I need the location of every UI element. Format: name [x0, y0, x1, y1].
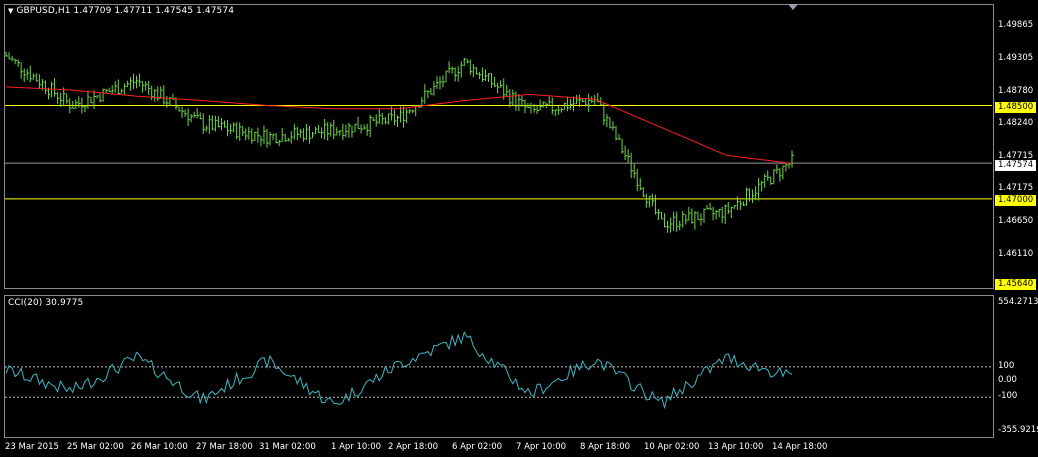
- caption-dropdown-icon[interactable]: ▼: [8, 7, 13, 15]
- time-axis-label: 31 Mar 02:00: [259, 442, 316, 452]
- current-price-tag: 1.47574: [995, 160, 1037, 171]
- cci-axis-label: 100: [998, 361, 1015, 371]
- time-axis-label: 10 Apr 02:00: [644, 442, 700, 452]
- symbol-caption-text: GBPUSD,H1 1.47709 1.47711 1.47545 1.4757…: [16, 6, 235, 16]
- cci-axis-label: -100: [998, 391, 1018, 401]
- cci-caption: CCI(20) 30.9775: [8, 298, 84, 308]
- chart-canvas: [5, 51, 992, 410]
- time-axis-label: 26 Mar 10:00: [131, 442, 188, 452]
- time-axis-label: 6 Apr 02:00: [452, 442, 503, 452]
- price-axis-label: 1.46110: [998, 249, 1034, 259]
- cci-axis-label: 554.2713: [998, 297, 1038, 307]
- time-axis-label: 1 Apr 10:00: [331, 442, 382, 452]
- cci-line: [5, 331, 793, 410]
- price-axis-label: 1.48240: [998, 118, 1034, 128]
- cci-axis-label: -355.9219: [998, 425, 1038, 435]
- price-axis-label: 1.47175: [998, 183, 1034, 193]
- price-axis-label: 1.49865: [998, 20, 1034, 30]
- time-axis-label: 13 Apr 10:00: [708, 442, 764, 452]
- low-price-tag: 1.45640: [995, 279, 1037, 290]
- price-axis-label: 1.46650: [998, 216, 1034, 226]
- time-axis-label: 2 Apr 18:00: [388, 442, 439, 452]
- hline-price-tag: 1.47000: [995, 195, 1037, 206]
- chart-window: ▼ GBPUSD,H1 1.47709 1.47711 1.47545 1.47…: [0, 0, 1038, 457]
- cci-axis-label: 0.00: [998, 375, 1017, 385]
- hline-price-tag: 1.48500: [995, 102, 1037, 113]
- time-axis-label: 14 Apr 18:00: [772, 442, 828, 452]
- price-axis-label: 1.48780: [998, 86, 1034, 96]
- moving-average-line: [5, 86, 793, 164]
- price-axis-label: 1.49305: [998, 53, 1034, 63]
- time-axis-label: 7 Apr 10:00: [516, 442, 567, 452]
- chart-shift-marker-icon[interactable]: [788, 4, 798, 10]
- symbol-caption: ▼ GBPUSD,H1 1.47709 1.47711 1.47545 1.47…: [8, 6, 234, 16]
- time-axis-label: 27 Mar 18:00: [196, 442, 253, 452]
- time-axis-label: 23 Mar 2015: [5, 442, 59, 452]
- time-axis-label: 8 Apr 18:00: [580, 442, 631, 452]
- time-axis-label: 25 Mar 02:00: [67, 442, 124, 452]
